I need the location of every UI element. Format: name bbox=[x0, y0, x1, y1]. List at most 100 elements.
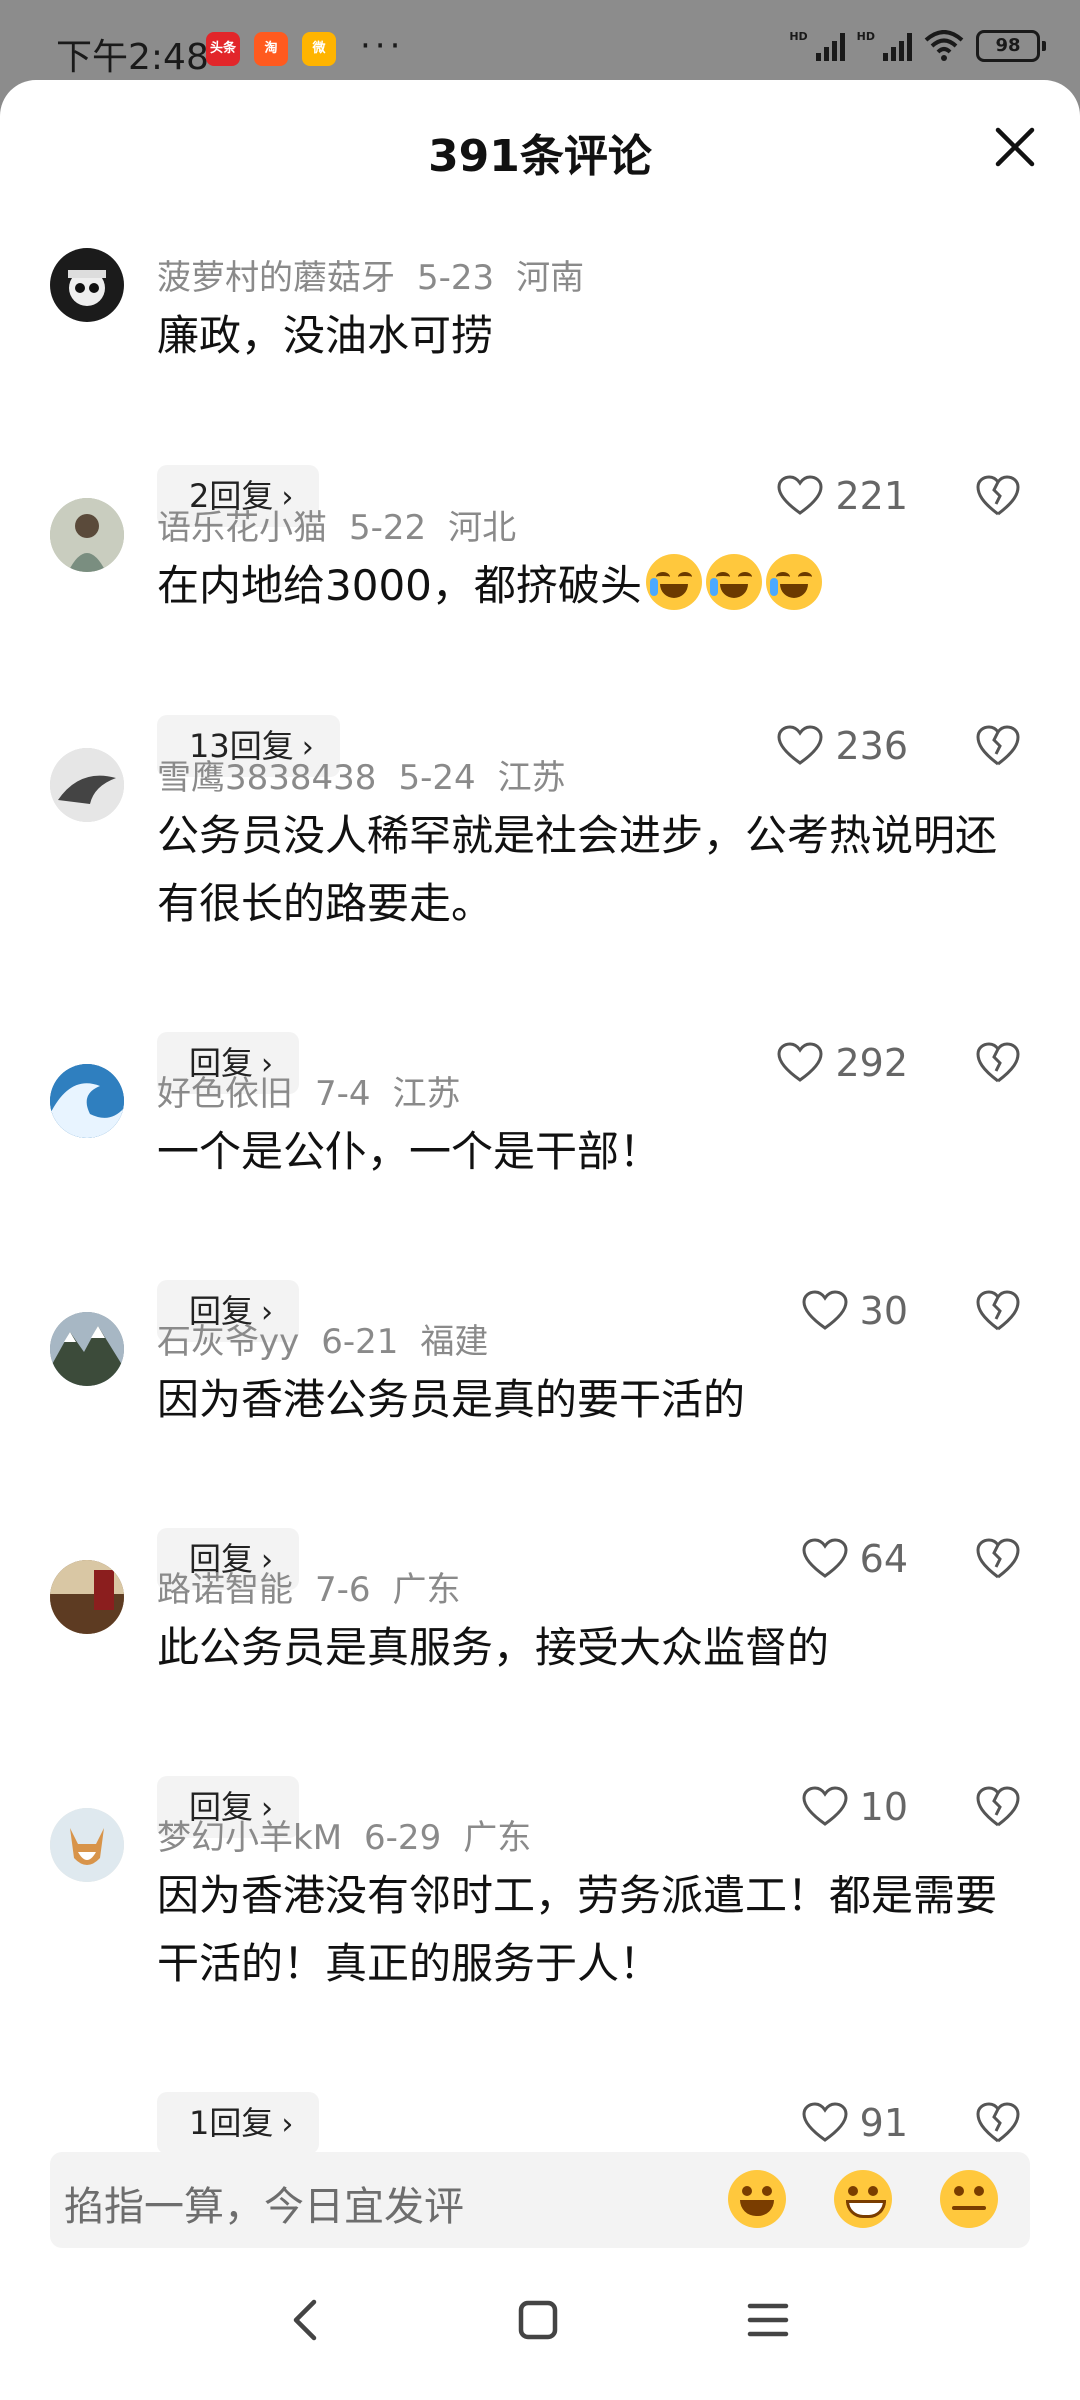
comment-meta: 语乐花小猫 5-22 河北 bbox=[157, 500, 538, 549]
comment-meta: 石灰爷yy 6-21 福建 bbox=[157, 1314, 510, 1363]
comment-meta: 好色依旧 7-4 江苏 bbox=[157, 1066, 483, 1115]
comment-region: 河南 bbox=[516, 258, 585, 298]
network-hd-label-2: HD bbox=[856, 30, 875, 43]
comment-text-content: 在内地给3000，都挤破头 bbox=[157, 561, 642, 610]
comments-sheet: 391条评论 菠萝村的蘑菇牙 5-23 河南 廉政，没油水可捞 2回复 › 221 语… bbox=[0, 80, 1080, 2400]
broken-heart-icon[interactable] bbox=[974, 1783, 1022, 1831]
broken-heart-icon[interactable] bbox=[974, 1287, 1022, 1335]
username[interactable]: 好色依旧 bbox=[157, 1074, 293, 1114]
crying-laughing-emoji bbox=[705, 554, 762, 610]
heart-icon bbox=[777, 1042, 823, 1082]
menu-icon[interactable] bbox=[738, 2290, 798, 2350]
like-button[interactable]: 30 bbox=[802, 1280, 908, 1342]
heart-icon bbox=[802, 1290, 848, 1330]
comment-region: 江苏 bbox=[497, 758, 566, 798]
heart-icon bbox=[802, 1538, 848, 1578]
home-icon[interactable] bbox=[508, 2290, 568, 2350]
comment-date: 5-24 bbox=[398, 758, 476, 798]
weibo-icon: 微 bbox=[302, 32, 336, 66]
comment-input-bar[interactable]: 掐指一算，今日宜发评 bbox=[50, 2152, 1030, 2248]
username[interactable]: 语乐花小猫 bbox=[157, 508, 327, 548]
replies-label: 1回复 bbox=[189, 2104, 274, 2142]
like-count: 221 bbox=[835, 474, 908, 518]
avatar[interactable] bbox=[50, 498, 124, 572]
comment-date: 5-22 bbox=[349, 508, 427, 548]
avatar[interactable] bbox=[50, 1808, 124, 1882]
crying-laughing-emoji bbox=[765, 554, 822, 610]
comment-text: 因为香港没有邻时工，劳务派遣工！都是需要干活的！真正的服务于人！ bbox=[157, 1871, 998, 1988]
comment-meta: 雪鹰3838438 5-24 江苏 bbox=[157, 750, 588, 799]
comment-text: 公务员没人稀罕就是社会进步，公考热说明还有很长的路要走。 bbox=[157, 811, 998, 928]
like-count: 30 bbox=[859, 1289, 908, 1333]
broken-heart-icon[interactable] bbox=[974, 472, 1022, 520]
like-count: 91 bbox=[859, 2101, 908, 2145]
username[interactable]: 梦幻小羊kM bbox=[157, 1818, 342, 1858]
thinking-emoji-icon[interactable] bbox=[940, 2170, 998, 2228]
more-notifications-icon: ··· bbox=[360, 26, 405, 66]
comment-text: 廉政，没油水可捞 bbox=[157, 311, 494, 360]
avatar[interactable] bbox=[50, 748, 124, 822]
broken-heart-icon[interactable] bbox=[974, 722, 1022, 770]
comment-date: 6-21 bbox=[321, 1322, 399, 1362]
like-button[interactable]: 236 bbox=[777, 715, 908, 777]
broken-heart-icon[interactable] bbox=[974, 1039, 1022, 1087]
avatar[interactable] bbox=[50, 1312, 124, 1386]
comment-region: 广东 bbox=[463, 1818, 532, 1858]
comments-title: 391条评论 bbox=[428, 131, 652, 182]
like-button[interactable]: 91 bbox=[802, 2092, 908, 2154]
comment-text: 此公务员是真服务，接受大众监督的 bbox=[157, 1623, 830, 1672]
network-hd-label: HD bbox=[789, 30, 808, 43]
comment-date: 5-23 bbox=[417, 258, 495, 298]
replies-button[interactable]: 1回复 › bbox=[157, 2092, 320, 2154]
comment-region: 广东 bbox=[392, 1570, 461, 1610]
like-count: 292 bbox=[835, 1041, 908, 1085]
close-icon[interactable] bbox=[992, 124, 1038, 170]
avatar[interactable] bbox=[50, 1560, 124, 1634]
grinning-emoji-icon[interactable] bbox=[834, 2170, 892, 2228]
signal-icon bbox=[815, 31, 845, 61]
crying-laughing-emoji bbox=[645, 554, 702, 610]
username[interactable]: 菠萝村的蘑菇牙 bbox=[157, 258, 395, 298]
like-count: 64 bbox=[859, 1537, 908, 1581]
username[interactable]: 雪鹰3838438 bbox=[157, 758, 376, 798]
signal-icon-2 bbox=[883, 31, 912, 61]
like-count: 10 bbox=[859, 1785, 908, 1829]
heart-icon bbox=[777, 725, 823, 765]
broken-heart-icon[interactable] bbox=[974, 2099, 1022, 2147]
like-count: 236 bbox=[835, 724, 908, 768]
system-nav-bar bbox=[0, 2250, 1080, 2400]
like-button[interactable]: 221 bbox=[777, 465, 908, 527]
toutiao-icon: 头条 bbox=[206, 32, 240, 66]
comment-date: 6-29 bbox=[364, 1818, 442, 1858]
comment-region: 河北 bbox=[448, 508, 517, 548]
wifi-icon bbox=[924, 30, 964, 61]
comment-meta: 梦幻小羊kM 6-29 广东 bbox=[157, 1810, 553, 1859]
comment-region: 江苏 bbox=[392, 1074, 461, 1114]
laughing-emoji-icon[interactable] bbox=[728, 2170, 786, 2228]
chevron-right-icon: › bbox=[281, 2107, 294, 2142]
comment-meta: 菠萝村的蘑菇牙 5-23 河南 bbox=[157, 250, 606, 299]
comment-date: 7-4 bbox=[315, 1074, 371, 1114]
like-button[interactable]: 64 bbox=[802, 1528, 908, 1590]
comment-text: 一个是公仆，一个是干部！ bbox=[157, 1127, 662, 1176]
avatar[interactable] bbox=[50, 1064, 124, 1138]
status-time: 下午2:48 bbox=[56, 37, 209, 78]
like-button[interactable]: 10 bbox=[802, 1776, 908, 1838]
heart-icon bbox=[802, 2102, 848, 2142]
heart-icon bbox=[802, 1786, 848, 1826]
taobao-icon: 淘 bbox=[254, 32, 288, 66]
battery-icon: 98 bbox=[976, 30, 1046, 62]
heart-icon bbox=[777, 475, 823, 515]
comment-input[interactable]: 掐指一算，今日宜发评 bbox=[64, 2174, 464, 2232]
back-icon[interactable] bbox=[276, 2290, 336, 2350]
username[interactable]: 石灰爷yy bbox=[157, 1322, 299, 1362]
avatar[interactable] bbox=[50, 248, 124, 322]
comment-region: 福建 bbox=[420, 1322, 489, 1362]
comment-meta: 路诺智能 7-6 广东 bbox=[157, 1562, 483, 1611]
broken-heart-icon[interactable] bbox=[974, 1535, 1022, 1583]
like-button[interactable]: 292 bbox=[777, 1032, 908, 1094]
username[interactable]: 路诺智能 bbox=[157, 1570, 293, 1610]
comment-text: 因为香港公务员是真的要干活的 bbox=[157, 1375, 746, 1424]
comment-text: 在内地给3000，都挤破头 bbox=[157, 552, 1017, 620]
comment-date: 7-6 bbox=[315, 1570, 371, 1610]
